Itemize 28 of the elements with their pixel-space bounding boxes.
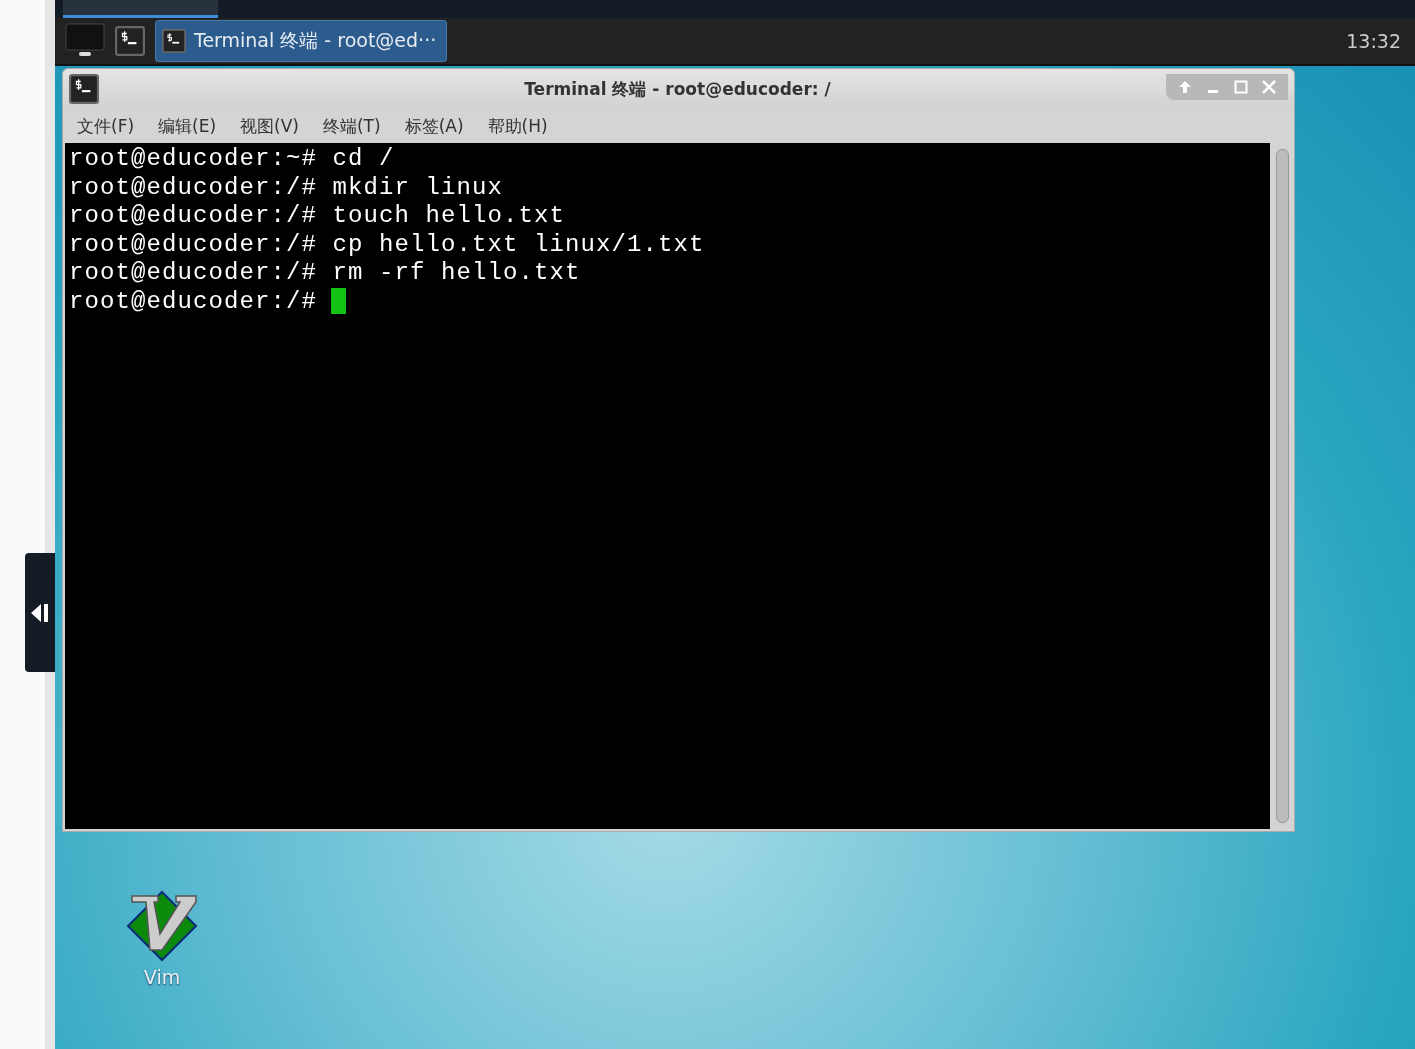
window-button[interactable]: Terminal 终端 - root@ed··· — [155, 20, 448, 62]
menu-item[interactable]: 终端(T) — [322, 114, 381, 138]
terminal-icon — [69, 74, 99, 104]
terminal-line: root@educoder:/# — [69, 287, 318, 316]
terminal-line: root@educoder:/# touch hello.txt — [69, 202, 566, 231]
menu-item[interactable]: 文件(F) — [77, 114, 135, 138]
icon-label: Vim — [143, 966, 181, 988]
menu-item[interactable]: 帮助(H) — [487, 114, 548, 138]
menu-item[interactable]: 标签(A) — [404, 114, 464, 138]
menu-item[interactable]: 视图(V) — [240, 114, 299, 138]
collapse-icon — [31, 602, 49, 623]
terminal-line: root@educoder:/# mkdir linux — [69, 173, 504, 202]
terminal-icon — [115, 26, 145, 56]
browser-tab[interactable] — [63, 0, 218, 18]
terminal-line: root@educoder:~# cd / — [69, 145, 395, 174]
scrollbar[interactable] — [1275, 149, 1289, 823]
terminal-line: root@educoder:/# rm -rf hello.txt — [69, 259, 581, 288]
menu-item[interactable]: 编辑(E) — [158, 114, 217, 138]
terminal-icon — [162, 29, 186, 53]
collapse-handle[interactable] — [25, 553, 55, 672]
vim-logo-icon[interactable] — [124, 890, 200, 962]
monitor-icon[interactable] — [65, 23, 105, 59]
window-title: Terminal 终端 - root@educoder: / — [523, 77, 832, 101]
maximize-icon[interactable] — [1234, 80, 1248, 94]
terminal-line: root@educoder:/# cp hello.txt linux/1.txt — [69, 230, 705, 259]
clock: 13:32 — [1346, 30, 1401, 52]
close-icon[interactable] — [1262, 80, 1276, 94]
up-arrow-icon[interactable] — [1178, 80, 1192, 94]
